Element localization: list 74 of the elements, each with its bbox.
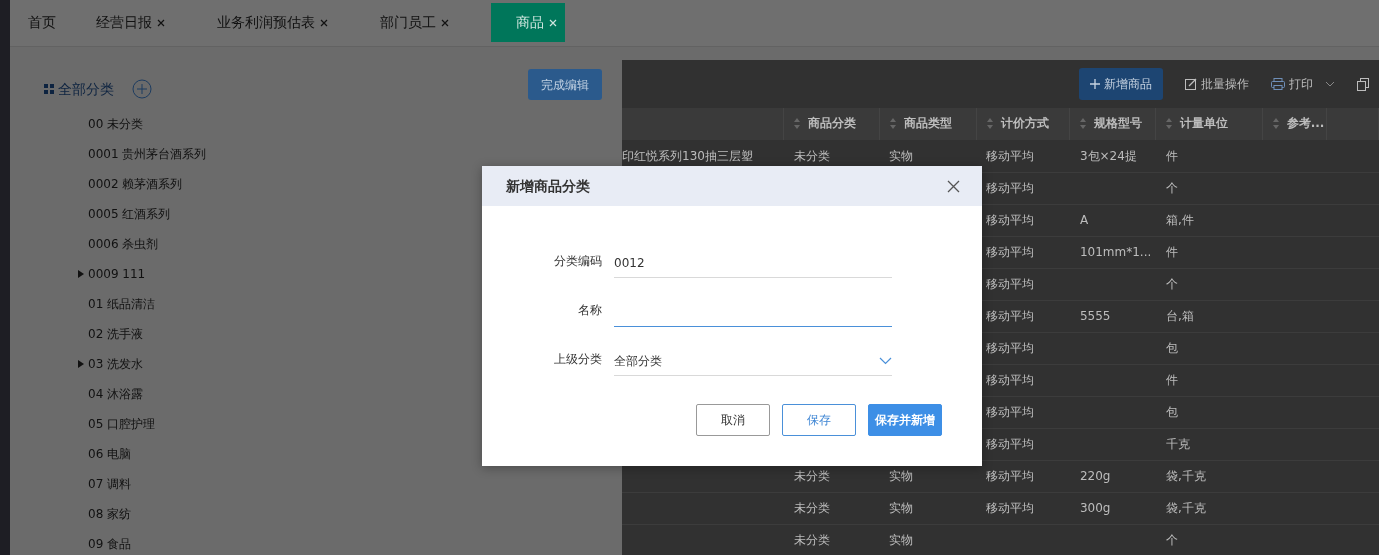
field-label: 分类编码	[553, 253, 603, 270]
table-cell: 未分类	[793, 501, 830, 515]
table-cell: 件	[1165, 373, 1178, 387]
tree-root[interactable]: 全部分类	[58, 78, 114, 100]
tree-item[interactable]: 0006 杀虫剂	[78, 229, 159, 259]
save-button[interactable]: 保存	[782, 404, 856, 436]
table-cell: 袋,千克	[1165, 501, 1206, 515]
done-button[interactable]: 完成编辑	[528, 69, 602, 100]
table-cell: 220g	[1079, 469, 1111, 483]
table-cell: 移动平均	[986, 245, 1035, 259]
table-cell: 移动平均	[986, 469, 1035, 483]
table-cell: 未分类	[793, 469, 830, 483]
table-cell: 移动平均	[986, 148, 1035, 163]
table-cell: 300g	[1079, 501, 1111, 515]
tab[interactable]: 业务利润预估表	[199, 3, 336, 42]
table-cell: A	[1079, 213, 1089, 227]
dialog-title: 新增商品分类	[506, 176, 590, 196]
table-cell: 个	[1165, 277, 1178, 291]
cancel-button[interactable]: 取消	[696, 404, 770, 436]
table-cell: 未分类	[793, 148, 830, 163]
table-cell: 移动平均	[986, 405, 1035, 419]
tree-item[interactable]: 09 食品	[78, 529, 132, 555]
tree-item[interactable]: 0005 红酒系列	[78, 199, 171, 229]
table-cell: 移动平均	[986, 341, 1035, 355]
table-cell: 台,箱	[1165, 309, 1194, 323]
tree-item[interactable]: 06 电脑	[78, 439, 132, 469]
table-cell: 印红悦系列130抽三层塑	[622, 148, 753, 163]
table-cell: 移动平均	[986, 501, 1035, 515]
table-cell: 件	[1165, 245, 1178, 259]
save-and-new-button[interactable]: 保存并新增	[868, 404, 942, 436]
table-cell: 移动平均	[986, 309, 1035, 323]
field-label: 名称	[577, 302, 603, 319]
tree-item[interactable]: 04 沐浴露	[78, 379, 144, 409]
table-cell: 5555	[1079, 309, 1111, 323]
table-cell: 未分类	[793, 533, 830, 547]
add-product-button[interactable]: 新增商品	[1079, 68, 1163, 100]
table-cell: 件	[1165, 148, 1178, 163]
table-cell: 实物	[889, 148, 914, 163]
batch-button[interactable]: 批量操作	[1185, 75, 1249, 93]
field-label: 上级分类	[553, 351, 603, 368]
table-cell: 101mm*1...	[1079, 245, 1152, 259]
tab[interactable]: 经营日报	[78, 3, 173, 42]
tab[interactable]: 部门员工	[362, 3, 457, 42]
tree-item[interactable]: 01 纸品清洁	[78, 289, 156, 319]
tree-item[interactable]: 05 口腔护理	[78, 409, 156, 439]
tab[interactable]: 商品	[491, 3, 565, 42]
table-cell: 千克	[1165, 437, 1190, 451]
tree-item[interactable]: 0001 贵州茅台酒系列	[78, 139, 207, 169]
table-cell: 3包×24提	[1079, 148, 1137, 163]
table-cell: 移动平均	[986, 437, 1035, 451]
table-cell: 包	[1165, 405, 1178, 419]
table-cell: 实物	[889, 469, 914, 483]
table-cell: 个	[1165, 533, 1178, 547]
table-cell: 个	[1165, 181, 1178, 195]
input-field[interactable]: 0012	[614, 244, 892, 278]
table-cell: 移动平均	[986, 181, 1035, 195]
tree-item[interactable]: 00 未分类	[78, 109, 144, 139]
tree-item[interactable]: 0002 赖茅酒系列	[78, 169, 183, 199]
table-cell: 实物	[889, 533, 914, 547]
tree-item[interactable]: 0009 111	[78, 259, 146, 289]
print-button[interactable]: 打印	[1271, 75, 1335, 93]
table-cell: 移动平均	[986, 277, 1035, 291]
tree-item[interactable]: 02 洗手液	[78, 319, 144, 349]
table-cell: 实物	[889, 501, 914, 515]
table-cell: 箱,件	[1165, 213, 1194, 227]
table-cell: 包	[1165, 341, 1178, 355]
parent-category-select[interactable]: 全部分类	[614, 342, 892, 376]
tree-item[interactable]: 08 家纺	[78, 499, 132, 529]
tree-item[interactable]: 03 洗发水	[78, 349, 144, 379]
table-cell: 袋,千克	[1165, 469, 1206, 483]
table-cell: 移动平均	[986, 213, 1035, 227]
tab[interactable]: 首页	[10, 3, 78, 42]
table-cell: 移动平均	[986, 373, 1035, 387]
tree-item[interactable]: 07 调料	[78, 469, 132, 499]
